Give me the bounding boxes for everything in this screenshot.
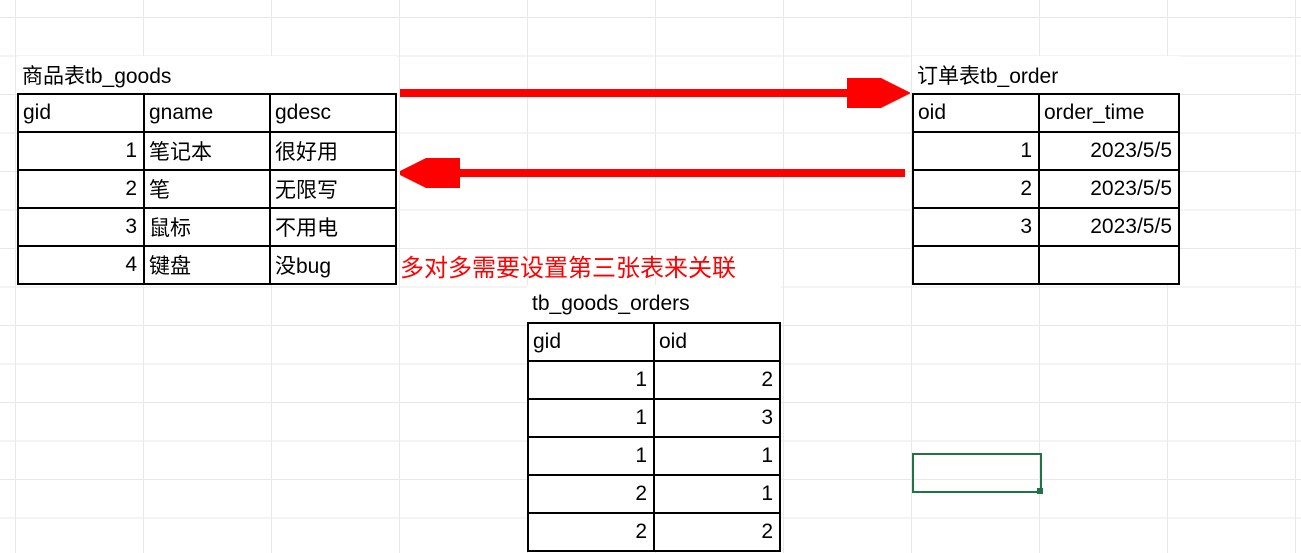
table-row: 2 笔 无限写 <box>18 170 396 208</box>
selected-cell-indicator[interactable] <box>912 453 1042 493</box>
table-row: 1 2023/5/5 <box>913 132 1179 170</box>
order-header-time: order_time <box>1039 94 1179 132</box>
table-row: 4 键盘 没bug <box>18 246 396 284</box>
order-table-header-row: oid order_time <box>913 94 1179 132</box>
link-header-oid: oid <box>654 323 780 361</box>
goods-table-header-row: gid gname gdesc <box>18 94 396 132</box>
table-row: 1 笔记本 很好用 <box>18 132 396 170</box>
table-row: 1 1 <box>528 437 780 475</box>
annotation-text: 多对多需要设置第三张表来关联 <box>400 248 736 283</box>
goods-header-gid: gid <box>18 94 144 132</box>
table-row: 1 3 <box>528 399 780 437</box>
table-row: 3 鼠标 不用电 <box>18 208 396 246</box>
link-table: tb_goods_orders gid oid 1 2 1 3 1 1 2 1 … <box>527 285 781 552</box>
arrow-left-icon <box>400 158 910 188</box>
table-row-empty <box>913 246 1179 284</box>
goods-header-gname: gname <box>144 94 270 132</box>
link-header-gid: gid <box>528 323 654 361</box>
table-row: 2 2023/5/5 <box>913 170 1179 208</box>
goods-table: 商品表tb_goods gid gname gdesc 1 笔记本 很好用 2 … <box>17 56 397 285</box>
link-table-header-row: gid oid <box>528 323 780 361</box>
table-row: 3 2023/5/5 <box>913 208 1179 246</box>
link-table-title: tb_goods_orders <box>528 285 780 323</box>
order-header-oid: oid <box>913 94 1039 132</box>
table-row: 1 2 <box>528 361 780 399</box>
order-table-title: 订单表tb_order <box>913 56 1179 94</box>
table-row: 2 1 <box>528 475 780 513</box>
goods-table-title: 商品表tb_goods <box>18 56 396 94</box>
table-row: 2 2 <box>528 513 780 551</box>
goods-header-gdesc: gdesc <box>270 94 396 132</box>
arrow-right-icon <box>400 78 910 108</box>
order-table: 订单表tb_order oid order_time 1 2023/5/5 2 … <box>912 56 1180 285</box>
